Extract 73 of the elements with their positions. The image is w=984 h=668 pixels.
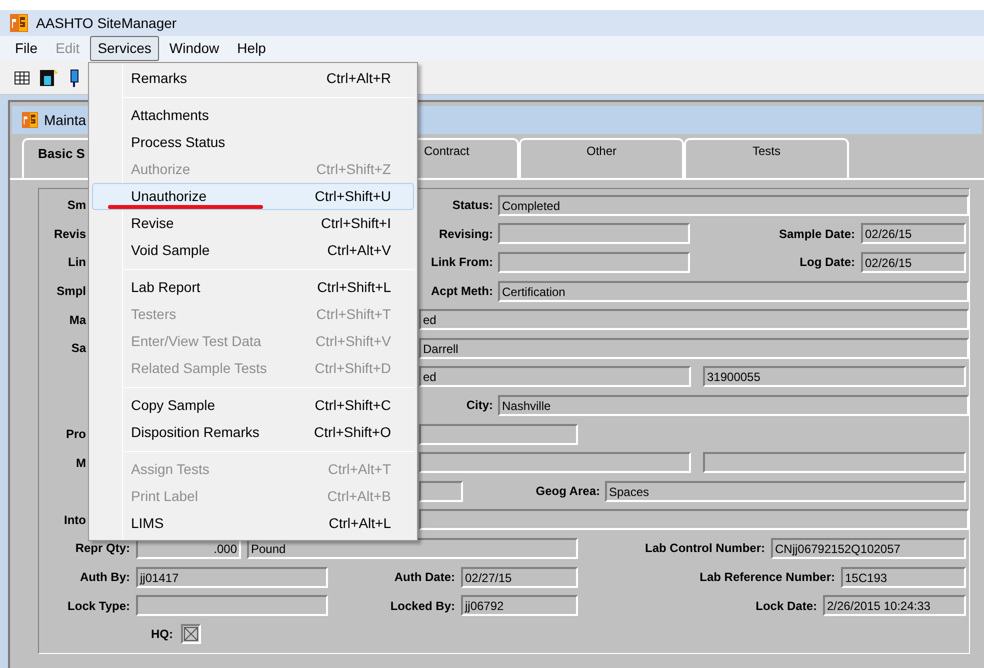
input-field[interactable] [136,595,328,616]
field-label: Ma [68,312,88,329]
field-label: Acpt Meth: [430,283,494,300]
input-field[interactable]: Spaces [605,480,966,502]
input-field[interactable] [498,252,690,273]
tab[interactable]: Other [519,138,684,178]
field-label: Lab Control Number: [644,540,766,558]
input-field[interactable]: Certification [498,280,969,302]
input-field[interactable]: ed [419,366,691,388]
input-field[interactable] [703,452,966,474]
checkbox[interactable] [181,624,201,644]
field-label: Lock Date: [754,598,818,615]
tab[interactable]: Tests [684,138,849,178]
child-window-title: Mainta [44,110,86,130]
input-field[interactable] [498,223,690,244]
app-logo-icon [10,14,28,32]
input-field[interactable]: jj01417 [136,566,328,588]
input-field[interactable]: CNjj06792152Q102057 [771,538,966,559]
field-label: Sa [70,340,88,358]
menu-item[interactable]: LIMS Ctrl+Alt+L [92,510,414,537]
menu-item[interactable]: Help [229,36,274,61]
menu-item[interactable]: Copy Sample Ctrl+Shift+C [92,392,414,419]
field-label: Status: [451,197,494,214]
field-label: Revising: [438,226,494,243]
input-field[interactable]: Pound [247,538,578,559]
input-field[interactable]: 2/26/2015 10:24:33 [823,595,966,616]
input-field[interactable]: 02/27/15 [461,566,578,588]
field-label: Link From: [430,254,494,272]
menu-item[interactable]: Unauthorize Ctrl+Shift+U [92,183,414,210]
table-icon[interactable] [14,70,30,86]
pin-icon[interactable] [70,68,80,86]
input-field[interactable]: 15C193 [841,566,966,588]
menu-item[interactable]: Void Sample Ctrl+Alt+V [92,237,414,264]
input-field[interactable]: 02/26/15 [861,223,966,244]
app-logo-icon [22,112,38,128]
field-label: Auth By: [79,569,131,586]
menu-item[interactable]: Revise Ctrl+Shift+I [92,210,414,237]
input-field[interactable]: Darrell [419,338,969,359]
field-label: Auth Date: [393,569,456,586]
field-label: Geog Area: [534,483,601,500]
field-label: Log Date: [798,254,856,272]
menu-item[interactable]: Remarks Ctrl+Alt+R [92,65,414,92]
input-field[interactable] [419,452,691,474]
field-label: Into [63,512,87,529]
field-label: City: [465,397,494,414]
field-label: Sm [66,197,87,214]
field-label: Lab Reference Number: [698,569,836,586]
field-label: M [75,454,87,472]
field-label: Pro [64,426,87,444]
input-field[interactable]: ed [419,309,969,330]
input-field[interactable] [419,480,463,502]
input-field[interactable]: jj06792 [461,595,578,616]
field-label: Lin [67,254,87,272]
field-label: Lock Type: [66,598,131,615]
field-label: HQ: [150,626,174,644]
input-field[interactable]: Nashville [498,394,969,416]
window-title: AASHTO SiteManager [36,14,177,33]
input-field[interactable]: Completed [498,194,969,216]
menu-item[interactable]: Disposition Remarks Ctrl+Shift+O [92,419,414,446]
menu-item[interactable]: Window [161,36,228,61]
menu-item[interactable]: Lab Report Ctrl+Shift+L [92,274,414,301]
input-field[interactable] [419,424,578,445]
menu-item[interactable]: Attachments [92,102,414,129]
input-field[interactable]: 31900055 [703,366,966,388]
field-label: Repr Qty: [74,540,131,558]
input-field[interactable]: 02/26/15 [861,252,966,273]
menu-item[interactable]: File [7,36,46,61]
field-label: Sample Date: [778,226,856,243]
field-label: Revis [52,226,87,243]
field-label: Smpl [56,283,87,300]
menu-item[interactable]: Services [90,36,160,61]
field-label: Locked By: [389,598,456,615]
input-field[interactable] [419,509,969,530]
